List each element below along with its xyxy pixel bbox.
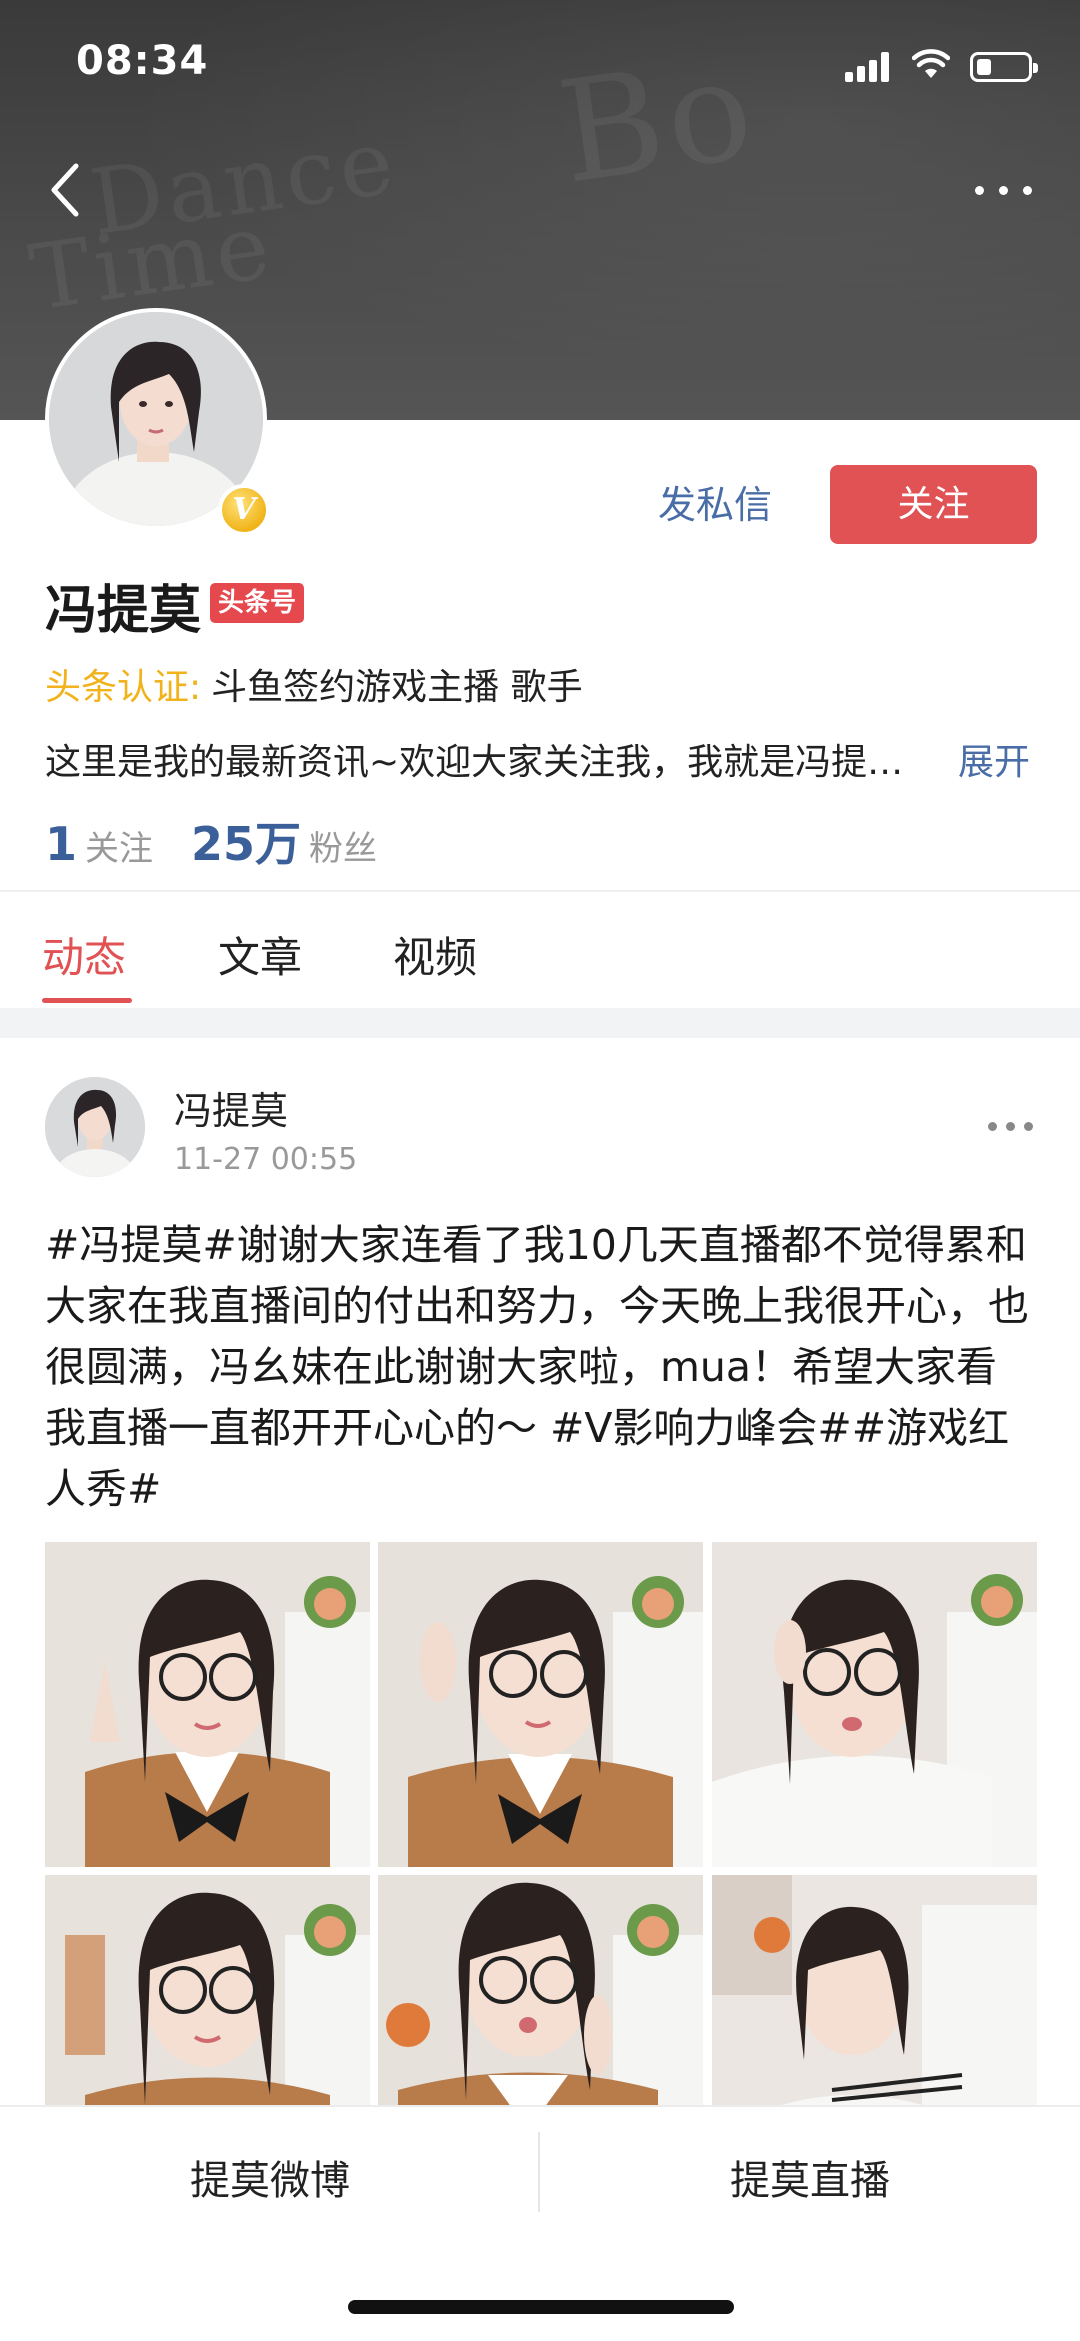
banner-decoration: Bo: [549, 27, 766, 216]
tab-articles[interactable]: 文章: [218, 924, 302, 985]
followers-label[interactable]: 粉丝: [309, 829, 377, 869]
home-indicator[interactable]: [348, 2300, 734, 2314]
following-label[interactable]: 关注: [85, 829, 153, 869]
profile-stats: 1 关注 25万 粉丝: [45, 808, 415, 874]
profile-bio: 这里是我的最新资讯~欢迎大家关注我，我就是冯提…: [45, 742, 904, 783]
profile-name: 冯提莫: [45, 581, 202, 641]
post-image[interactable]: [378, 1542, 703, 1867]
divider: [0, 890, 1080, 892]
status-time: 08:34: [76, 38, 209, 84]
tab-dynamic[interactable]: 动态: [42, 924, 126, 985]
post-timestamp: 11-27 00:55: [174, 1142, 358, 1177]
tab-videos[interactable]: 视频: [393, 924, 477, 985]
expand-bio-link[interactable]: 展开: [958, 733, 1030, 785]
wifi-icon: [912, 49, 950, 78]
following-count[interactable]: 1: [45, 817, 77, 871]
chevron-left-icon[interactable]: [46, 160, 86, 220]
send-message-button[interactable]: 发私信: [630, 475, 800, 535]
post-image-grid: [45, 1542, 1037, 2200]
section-separator: [0, 1008, 1080, 1038]
weibo-button[interactable]: 提莫微博: [0, 2148, 540, 2206]
cellular-signal-icon: [845, 52, 895, 82]
post-more-icon[interactable]: [988, 1122, 1034, 1136]
post-image[interactable]: [45, 1542, 370, 1867]
follow-button[interactable]: 关注: [830, 465, 1037, 544]
active-tab-indicator: [42, 998, 132, 1003]
more-horizontal-icon[interactable]: [975, 180, 1035, 200]
battery-icon: [970, 52, 1038, 82]
followers-count[interactable]: 25万: [191, 817, 301, 871]
post-author-avatar[interactable]: [45, 1077, 145, 1177]
verification-info: 头条认证: 斗鱼签约游戏主播 歌手: [45, 658, 583, 710]
verified-badge-icon: V: [218, 484, 270, 536]
verification-value: 斗鱼签约游戏主播 歌手: [211, 667, 583, 708]
account-type-badge: 头条号: [210, 583, 305, 623]
post-text: #冯提莫#谢谢大家连看了我10几天直播都不觉得累和大家在我直播间的付出和努力，今…: [45, 1221, 1029, 1513]
post-image[interactable]: [712, 1542, 1037, 1867]
live-stream-button[interactable]: 提莫直播: [540, 2148, 1080, 2206]
post-author-name[interactable]: 冯提莫: [174, 1080, 288, 1135]
verification-label: 头条认证:: [45, 667, 202, 708]
